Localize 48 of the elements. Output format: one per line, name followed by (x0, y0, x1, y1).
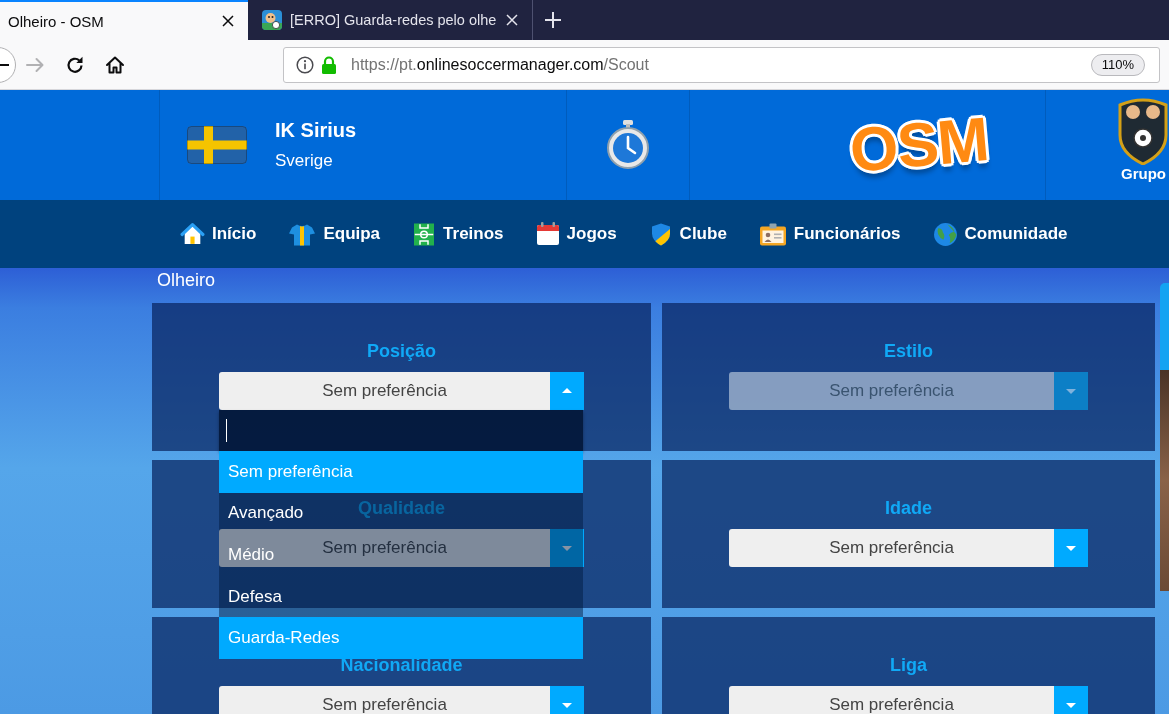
filter-title: Qualidade (358, 497, 445, 520)
group-link[interactable]: Grupo (1121, 165, 1166, 183)
search-field[interactable] (219, 410, 583, 451)
dropdown-option[interactable]: Médio (228, 545, 275, 565)
dropdown-option[interactable]: Avançado (228, 503, 304, 524)
dropdown-select[interactable]: Sem preferência (219, 372, 584, 410)
page-title: Olheiro (157, 270, 216, 290)
caret-icon (1054, 529, 1088, 567)
club-name: IK Sirius (275, 119, 357, 142)
nav-link[interactable]: Comunidade (932, 221, 1068, 247)
stopwatch-icon[interactable] (606, 120, 650, 170)
nav-link[interactable]: Jogos (535, 222, 617, 246)
address-field[interactable]: https://pt.onlinesoccermanager.com/Scout 110% (283, 46, 1160, 83)
text-cursor-icon (226, 419, 227, 442)
caret-icon (1054, 686, 1088, 714)
filter-title: Estilo (884, 340, 933, 363)
info-icon[interactable] (296, 55, 314, 74)
nav-link[interactable]: Clube (648, 221, 727, 247)
dropdown-select[interactable]: Sem preferência (729, 529, 1088, 567)
nav-link[interactable]: Início (180, 221, 257, 247)
calendar-icon[interactable] (535, 222, 560, 246)
dropdown-option[interactable]: Defesa (228, 586, 282, 607)
reload-icon[interactable] (65, 54, 85, 75)
pitch-icon[interactable] (412, 221, 437, 247)
home-icon[interactable] (105, 54, 125, 75)
caret-icon (1054, 372, 1088, 410)
club-country: Sverige (275, 151, 334, 171)
caret-icon (550, 686, 584, 714)
filter-title: Liga (890, 654, 927, 677)
plus-icon[interactable] (544, 11, 562, 29)
lock-icon[interactable] (321, 55, 337, 74)
browser-tab[interactable]: Olheiro - OSM (0, 0, 248, 40)
zoom-button[interactable]: 110% (1090, 53, 1145, 76)
house-icon[interactable] (180, 221, 205, 247)
globe-icon[interactable] (932, 221, 958, 247)
id-card-icon[interactable] (758, 221, 787, 247)
nav-link[interactable]: Equipa (288, 221, 381, 247)
flag-icon (187, 126, 247, 164)
nav-link[interactable]: Funcionários (758, 221, 901, 247)
dash-icon (0, 63, 9, 66)
close-icon[interactable] (222, 15, 234, 27)
caret-icon (550, 372, 584, 410)
dropdown-select[interactable]: Sem preferência (729, 686, 1088, 714)
caret-icon (550, 529, 584, 567)
nav-link[interactable]: Treinos (412, 221, 504, 247)
filter-title: Posição (367, 340, 436, 363)
dropdown-select[interactable]: Sem preferência (219, 686, 584, 714)
filter-title: Idade (885, 497, 932, 520)
